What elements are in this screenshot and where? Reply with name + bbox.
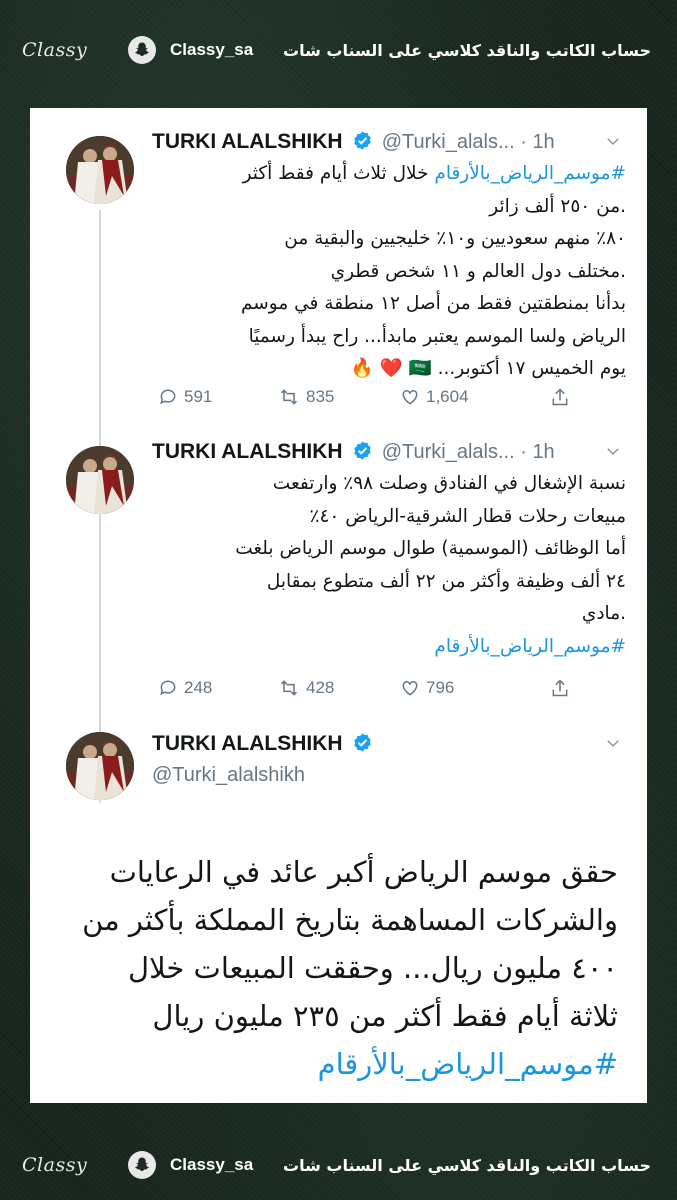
reply-button[interactable]: 591 xyxy=(158,387,212,407)
tweet-actions: 591 835 1,604 xyxy=(152,382,592,412)
tweet-header: TURKI ALALSHIKH @Turki_alals... · 1h xyxy=(152,130,622,156)
author-name[interactable]: TURKI ALALSHIKH xyxy=(152,732,343,755)
tweet-header: TURKI ALALSHIKH xyxy=(152,732,622,758)
tweet-3-focused[interactable]: TURKI ALALSHIKH @Turki_alalshikh حقق موس… xyxy=(30,710,647,1103)
tweet-line: والشركات المساهمة بتاريخ المملكة بأكثر م… xyxy=(82,903,618,937)
snapchat-handle: Classy_sa xyxy=(170,1155,254,1174)
author-handle-time[interactable]: @Turki_alals... · 1h xyxy=(382,131,555,153)
like-count: 796 xyxy=(426,678,455,697)
author-handle[interactable]: @Turki_alalshikh xyxy=(152,764,305,787)
tweet-line: الرياض ولسا الموسم يعتبر مابدأ... راح يب… xyxy=(248,325,626,347)
hashtag-link[interactable]: #موسم_الرياض_بالأرقام xyxy=(70,1040,618,1088)
tweet-header: TURKI ALALSHIKH @Turki_alals... · 1h xyxy=(152,440,622,466)
hashtag-link[interactable]: #موسم_الرياض_بالأرقام xyxy=(148,631,626,664)
share-button[interactable] xyxy=(550,386,570,408)
tweet-line: يوم الخميس ١٧ أكتوبر... 🇸🇦 ❤️ 🔥 xyxy=(350,358,626,379)
tweet-text: نسبة الإشغال في الفنادق وصلت ٩٨٪ وارتفعت… xyxy=(148,468,626,663)
tweet-line: ٢٤ ألف وظيفة وأكثر من ٢٢ ألف متطوع بمقاب… xyxy=(266,570,626,592)
heart-icon xyxy=(402,389,418,405)
tweet-line: حقق موسم الرياض أكبر عائد في الرعايات xyxy=(109,855,618,889)
retweet-count: 835 xyxy=(306,387,335,406)
chevron-down-icon[interactable] xyxy=(604,132,622,154)
verified-badge-icon xyxy=(352,732,373,757)
heart-icon xyxy=(402,680,418,696)
chevron-down-icon[interactable] xyxy=(604,442,622,464)
tweet-actions: 248 428 796 xyxy=(152,673,592,703)
share-icon xyxy=(552,388,568,406)
retweet-button[interactable]: 835 xyxy=(278,387,334,407)
tweet-line: نسبة الإشغال في الفنادق وصلت ٩٨٪ وارتفعت xyxy=(272,473,626,494)
tweet-line: بدأنا بمنطقتين فقط من أصل ١٢ منطقة في مو… xyxy=(240,293,626,314)
avatar[interactable] xyxy=(66,732,134,800)
reply-icon xyxy=(160,680,176,696)
tweet-text: حقق موسم الرياض أكبر عائد في الرعايات وا… xyxy=(70,848,618,1088)
retweet-icon xyxy=(280,389,298,405)
tweet-line: .مادي xyxy=(581,603,626,624)
tweet-line: أما الوظائف (الموسمية) طوال موسم الرياض … xyxy=(235,538,626,559)
tweet-1[interactable]: TURKI ALALSHIKH @Turki_alals... · 1h #مو… xyxy=(30,108,647,418)
avatar[interactable] xyxy=(66,446,134,514)
retweet-button[interactable]: 428 xyxy=(278,678,334,698)
classy-logo: Classy xyxy=(22,39,88,61)
tweet-line: ثلاثة أيام فقط أكثر من ٢٣٥ مليون ريال xyxy=(152,999,618,1033)
like-count: 1,604 xyxy=(426,387,469,406)
share-button[interactable] xyxy=(550,677,570,699)
like-button[interactable]: 796 xyxy=(400,678,454,698)
verified-badge-icon xyxy=(352,440,373,465)
author-handle-time[interactable]: @Turki_alals... · 1h xyxy=(382,441,555,463)
snapchat-overlay-top: Classy Classy_sa حساب الكاتب والناقد كلا… xyxy=(0,30,677,70)
classy-logo: Classy xyxy=(22,1154,88,1176)
retweet-count: 428 xyxy=(306,678,335,697)
tweet-2[interactable]: TURKI ALALSHIKH @Turki_alals... · 1h نسب… xyxy=(30,418,647,710)
retweet-icon xyxy=(280,680,298,696)
overlay-caption: حساب الكاتب والناقد كلاسي على السناب شات xyxy=(283,1155,651,1175)
snapchat-ghost-icon xyxy=(128,1151,156,1179)
reply-count: 248 xyxy=(184,678,213,697)
reply-icon xyxy=(160,389,176,405)
tweet-line: #موسم_الرياض_بالأرقام خلال ثلاث أيام فقط… xyxy=(148,158,626,191)
overlay-caption: حساب الكاتب والناقد كلاسي على السناب شات xyxy=(283,40,651,60)
tweet-line: مبيعات رحلات قطار الشرقية-الرياض ٤٠٪ xyxy=(309,505,626,527)
reply-count: 591 xyxy=(184,387,213,406)
tweet-line: ٨٠٪ منهم سعوديين و١٠٪ خليجيين والبقية من xyxy=(284,228,626,249)
snapchat-handle: Classy_sa xyxy=(170,40,254,59)
hashtag-link[interactable]: #موسم_الرياض_بالأرقام xyxy=(434,163,626,184)
snapchat-overlay-bottom: Classy Classy_sa حساب الكاتب والناقد كلا… xyxy=(0,1145,677,1185)
like-button[interactable]: 1,604 xyxy=(400,387,469,407)
share-icon xyxy=(552,679,568,697)
author-name[interactable]: TURKI ALALSHIKH xyxy=(152,130,343,153)
tweet-line: .من ٢٥٠ ألف زائر xyxy=(489,195,626,217)
verified-badge-icon xyxy=(352,130,373,155)
tweet-thread-card: TURKI ALALSHIKH @Turki_alals... · 1h #مو… xyxy=(30,108,647,1103)
avatar[interactable] xyxy=(66,136,134,204)
snapchat-ghost-icon xyxy=(128,36,156,64)
tweet-text: #موسم_الرياض_بالأرقام خلال ثلاث أيام فقط… xyxy=(148,158,626,386)
tweet-line-rest: خلال ثلاث أيام فقط أكثر xyxy=(242,163,429,184)
tweet-line: ٤٠٠ مليون ريال... وحققت المبيعات خلال xyxy=(128,951,618,985)
author-name[interactable]: TURKI ALALSHIKH xyxy=(152,440,343,463)
chevron-down-icon[interactable] xyxy=(604,734,622,756)
tweet-line: .مختلف دول العالم و ١١ شخص قطري xyxy=(330,260,626,282)
reply-button[interactable]: 248 xyxy=(158,678,212,698)
